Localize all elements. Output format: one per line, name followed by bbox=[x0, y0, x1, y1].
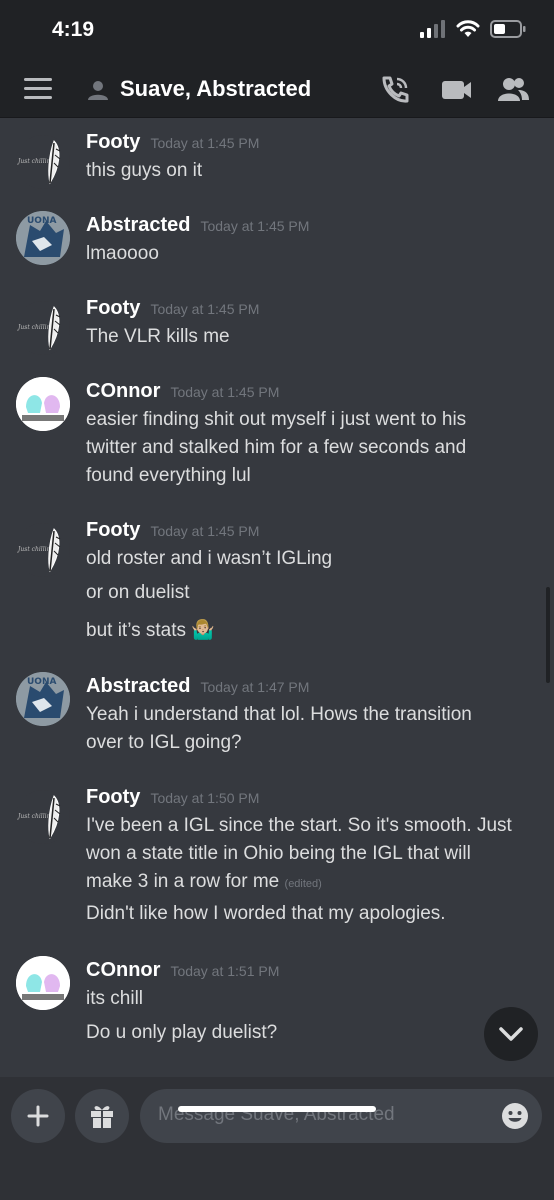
timestamp: Today at 1:51 PM bbox=[170, 963, 280, 979]
wolf-avatar-icon: UONA bbox=[16, 672, 70, 726]
timestamp: Today at 1:45 PM bbox=[150, 301, 260, 317]
add-attachment-button[interactable] bbox=[11, 1089, 65, 1143]
scrollbar-thumb[interactable] bbox=[546, 587, 550, 683]
avatar-connor[interactable] bbox=[16, 956, 70, 1010]
message-header: Footy Today at 1:45 PM bbox=[86, 297, 259, 320]
author-name[interactable]: Footy bbox=[86, 131, 140, 153]
feather-avatar-icon: Just chillin' bbox=[16, 528, 61, 573]
message-list[interactable]: Just chillin' Footy Today at 1:45 PM this… bbox=[0, 119, 554, 1077]
video-call-icon[interactable] bbox=[440, 74, 474, 106]
message-input[interactable]: Message Suave, Abstracted bbox=[140, 1089, 542, 1143]
timestamp: Today at 1:50 PM bbox=[150, 790, 260, 806]
message-text: make 3 in a row for me (edited) bbox=[86, 871, 322, 892]
svg-text:UONA: UONA bbox=[27, 677, 56, 687]
avatar-footy[interactable]: Just chillin' bbox=[16, 523, 70, 577]
message-text: but it’s stats 🤷🏼‍♂️ bbox=[86, 620, 215, 641]
message-text: won a state title in Ohio being the IGL … bbox=[86, 843, 471, 864]
chevron-down-icon bbox=[499, 1027, 523, 1041]
avatar-footy[interactable]: Just chillin' bbox=[16, 790, 70, 844]
status-time: 4:19 bbox=[52, 18, 95, 41]
timestamp: Today at 1:45 PM bbox=[150, 523, 260, 539]
avatar-footy[interactable]: Just chillin' bbox=[16, 301, 70, 355]
menu-icon[interactable] bbox=[24, 78, 52, 102]
svg-text:Just chillin': Just chillin' bbox=[16, 158, 52, 165]
author-name[interactable]: COnnor bbox=[86, 380, 160, 402]
battery-icon bbox=[490, 20, 526, 38]
channel-header: Suave, Abstracted bbox=[0, 62, 554, 118]
message-text: lmaoooo bbox=[86, 243, 159, 264]
message-text: I've been a IGL since the start. So it's… bbox=[86, 815, 512, 836]
group-dm-icon bbox=[88, 81, 108, 100]
message-composer: Message Suave, Abstracted bbox=[0, 1077, 554, 1200]
channel-title: Suave, Abstracted bbox=[120, 76, 312, 101]
message-text: its chill bbox=[86, 988, 144, 1009]
cellular-signal-icon bbox=[420, 20, 445, 38]
message-header: COnnor Today at 1:51 PM bbox=[86, 959, 279, 982]
wifi-icon bbox=[456, 20, 480, 37]
status-icons bbox=[420, 20, 526, 38]
author-name[interactable]: Footy bbox=[86, 786, 140, 808]
message-text: or on duelist bbox=[86, 582, 190, 603]
message-header: Footy Today at 1:45 PM bbox=[86, 131, 259, 154]
anime-avatar-icon bbox=[16, 377, 70, 431]
author-name[interactable]: Footy bbox=[86, 297, 140, 319]
gift-button[interactable] bbox=[75, 1089, 129, 1143]
message-text: The VLR kills me bbox=[86, 326, 230, 347]
message-text: found everything lul bbox=[86, 465, 251, 486]
message-text: twitter and stalked him for a few second… bbox=[86, 437, 467, 458]
message-text: easier finding shit out myself i just we… bbox=[86, 409, 467, 430]
anime-avatar-icon bbox=[16, 956, 70, 1010]
timestamp: Today at 1:45 PM bbox=[170, 384, 280, 400]
timestamp: Today at 1:47 PM bbox=[200, 679, 310, 695]
avatar-connor[interactable] bbox=[16, 377, 70, 431]
timestamp: Today at 1:45 PM bbox=[150, 135, 260, 151]
timestamp: Today at 1:45 PM bbox=[200, 218, 310, 234]
feather-avatar-icon: Just chillin' bbox=[16, 306, 61, 351]
plus-icon bbox=[27, 1105, 49, 1127]
author-name[interactable]: Abstracted bbox=[86, 675, 190, 697]
message-text: Yeah i understand that lol. Hows the tra… bbox=[86, 704, 472, 725]
wolf-avatar-icon: UONA bbox=[16, 211, 70, 265]
status-bar: 4:19 bbox=[0, 0, 554, 62]
edited-label: (edited) bbox=[284, 878, 322, 890]
feather-avatar-icon: Just chillin' bbox=[16, 795, 61, 840]
member-list-icon[interactable] bbox=[496, 74, 530, 106]
svg-text:Just chillin': Just chillin' bbox=[16, 546, 52, 553]
home-indicator[interactable] bbox=[178, 1106, 376, 1112]
author-name[interactable]: Footy bbox=[86, 519, 140, 541]
avatar-abstracted[interactable]: UONA bbox=[16, 672, 70, 726]
message-text: old roster and i wasn’t IGLing bbox=[86, 548, 333, 569]
message-text: this guys on it bbox=[86, 160, 203, 181]
svg-text:Just chillin': Just chillin' bbox=[16, 813, 52, 820]
feather-avatar-icon: Just chillin' bbox=[16, 140, 61, 185]
message-header: Abstracted Today at 1:45 PM bbox=[86, 214, 309, 237]
svg-text:Just chillin': Just chillin' bbox=[16, 324, 52, 331]
emoji-picker-icon[interactable] bbox=[500, 1101, 530, 1131]
avatar-abstracted[interactable]: UONA bbox=[16, 211, 70, 265]
svg-text:UONA: UONA bbox=[27, 216, 56, 226]
message-header: Footy Today at 1:45 PM bbox=[86, 519, 259, 542]
voice-call-icon[interactable] bbox=[378, 74, 412, 106]
message-header: Abstracted Today at 1:47 PM bbox=[86, 675, 309, 698]
message-text: Do u only play duelist? bbox=[86, 1022, 278, 1043]
message-text: over to IGL going? bbox=[86, 732, 242, 753]
avatar-footy[interactable]: Just chillin' bbox=[16, 135, 70, 189]
jump-to-present-button[interactable] bbox=[484, 1007, 538, 1061]
author-name[interactable]: Abstracted bbox=[86, 214, 190, 236]
message-header: COnnor Today at 1:45 PM bbox=[86, 380, 279, 403]
gift-icon bbox=[91, 1106, 113, 1128]
message-header: Footy Today at 1:50 PM bbox=[86, 786, 259, 809]
message-text: Didn't like how I worded that my apologi… bbox=[86, 903, 446, 924]
author-name[interactable]: COnnor bbox=[86, 959, 160, 981]
